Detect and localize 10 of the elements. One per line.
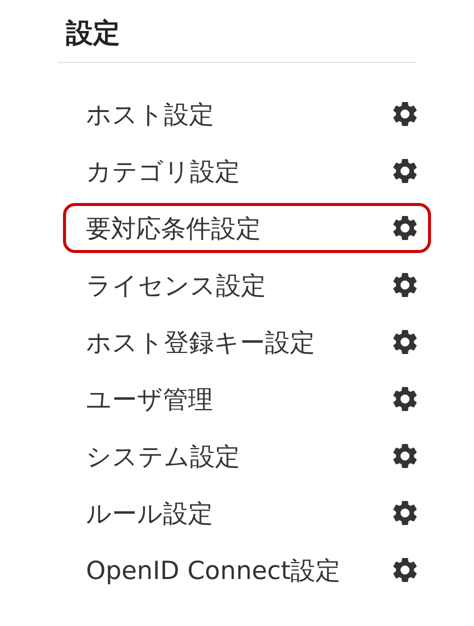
settings-item[interactable]: ライセンス設定 <box>63 260 431 310</box>
settings-item[interactable]: カテゴリ設定 <box>63 146 431 196</box>
settings-item[interactable]: ホスト設定 <box>63 89 431 139</box>
settings-item[interactable]: ホスト登録キー設定 <box>63 317 431 367</box>
settings-title: 設定 <box>66 17 121 51</box>
settings-item[interactable]: システム設定 <box>63 431 431 481</box>
settings-item[interactable]: OpenID Connect設定 <box>63 545 431 595</box>
settings-item[interactable]: ルール設定 <box>63 488 431 538</box>
settings-item[interactable]: 要対応条件設定 <box>63 203 431 253</box>
settings-item[interactable]: ユーザ管理 <box>63 374 431 424</box>
